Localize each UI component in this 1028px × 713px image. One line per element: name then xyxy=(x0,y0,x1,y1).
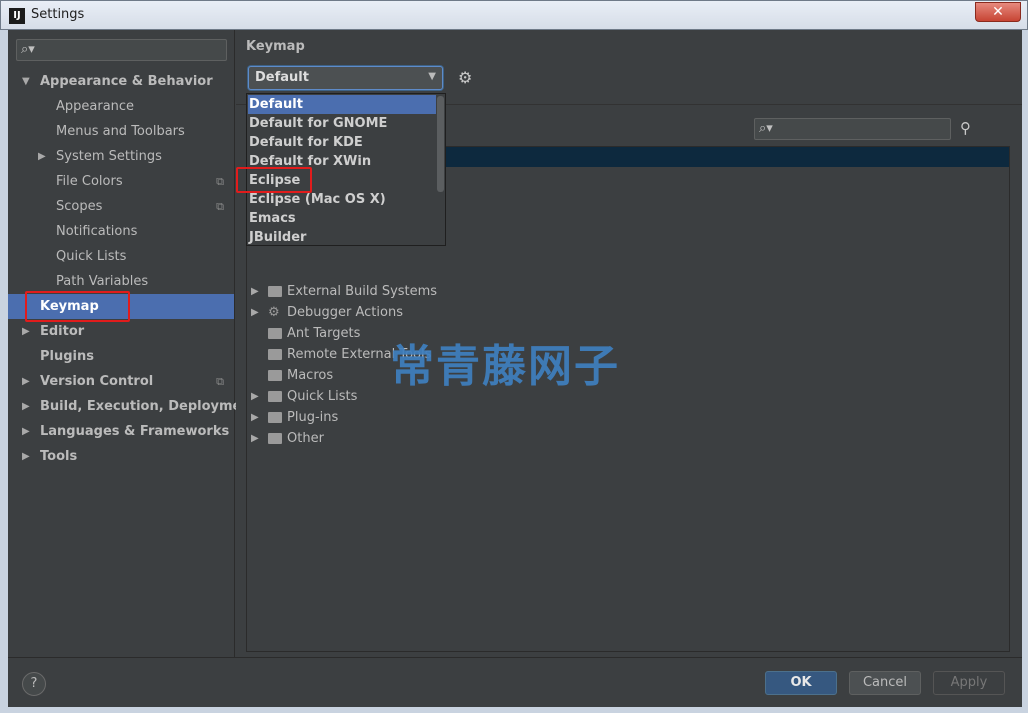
tree-item-label: Macros xyxy=(287,368,334,383)
sidebar-item-languages-frameworks[interactable]: ▶ Languages & Frameworks xyxy=(8,419,234,444)
page-title: Keymap xyxy=(246,39,305,54)
folder-icon xyxy=(268,328,282,339)
sidebar-item-label: Menus and Toolbars xyxy=(56,124,185,139)
keymap-select-value: Default xyxy=(255,70,309,85)
settings-sidebar: ⌕▾ ▼ Appearance & Behavior Appearance Me… xyxy=(8,30,257,657)
dropdown-option-default[interactable]: Default xyxy=(248,95,436,114)
sidebar-item-label: Editor xyxy=(40,324,85,339)
tree-item-label: Ant Targets xyxy=(287,326,361,341)
sidebar-item-menus-toolbars[interactable]: Menus and Toolbars xyxy=(8,119,234,144)
sidebar-item-appearance-behavior[interactable]: ▼ Appearance & Behavior xyxy=(8,69,234,94)
chevron-right-icon: ▶ xyxy=(38,151,46,162)
sidebar-item-appearance[interactable]: Appearance xyxy=(8,94,234,119)
sidebar-item-label: Appearance xyxy=(56,99,135,114)
chevron-right-icon: ▶ xyxy=(251,412,259,423)
chevron-right-icon: ▶ xyxy=(251,391,259,402)
sidebar-item-label: Plugins xyxy=(40,349,94,364)
folder-icon xyxy=(268,412,282,423)
highlight-box-eclipse xyxy=(236,167,312,193)
sidebar-search-input[interactable]: ⌕▾ xyxy=(16,39,227,61)
tree-item-label: Quick Lists xyxy=(287,389,358,404)
actions-search-input[interactable]: ⌕▾ xyxy=(754,118,951,140)
sidebar-item-scopes[interactable]: Scopes ⧉ xyxy=(8,194,234,219)
sidebar-item-label: Languages & Frameworks xyxy=(40,424,230,439)
chevron-down-icon: ▼ xyxy=(22,76,30,87)
apply-button[interactable]: Apply xyxy=(933,671,1005,695)
folder-icon xyxy=(268,349,282,360)
sidebar-item-system-settings[interactable]: ▶ System Settings xyxy=(8,144,234,169)
search-icon: ⌕▾ xyxy=(759,121,773,136)
tree-item-label: External Build Systems xyxy=(287,284,438,299)
search-icon: ⌕▾ xyxy=(21,42,35,57)
sidebar-item-label: Scopes xyxy=(56,199,103,214)
ok-button[interactable]: OK xyxy=(765,671,837,695)
window-titlebar: IJ Settings ✕ xyxy=(0,0,1028,30)
project-settings-icon: ⧉ xyxy=(216,200,224,213)
keymap-select[interactable]: Default ▼ xyxy=(248,66,443,90)
window-title: Settings xyxy=(31,7,85,22)
chevron-right-icon: ▶ xyxy=(251,286,259,297)
sidebar-item-plugins[interactable]: Plugins xyxy=(8,344,234,369)
highlight-box-keymap xyxy=(25,291,130,322)
chevron-down-icon: ▼ xyxy=(428,71,436,82)
tree-item-label: Debugger Actions xyxy=(287,305,403,320)
folder-icon xyxy=(268,433,282,444)
chevron-right-icon: ▶ xyxy=(22,326,30,337)
tree-item-plug-ins[interactable]: ▶ Plug-ins xyxy=(247,407,547,428)
project-settings-icon: ⧉ xyxy=(216,175,224,188)
find-by-shortcut-icon[interactable]: ⚲ xyxy=(960,119,971,137)
sidebar-item-quick-lists[interactable]: Quick Lists xyxy=(8,244,234,269)
folder-icon xyxy=(268,370,282,381)
dropdown-scrollbar[interactable] xyxy=(437,96,444,192)
tree-item-other[interactable]: ▶ Other xyxy=(247,428,547,449)
chevron-right-icon: ▶ xyxy=(22,401,30,412)
dropdown-option-jbuilder[interactable]: JBuilder xyxy=(248,228,436,247)
sidebar-item-file-colors[interactable]: File Colors ⧉ xyxy=(8,169,234,194)
project-settings-icon: ⧉ xyxy=(216,375,224,388)
chevron-right-icon: ▶ xyxy=(251,433,259,444)
tree-item-label: Other xyxy=(287,431,324,446)
sidebar-item-label: Version Control xyxy=(40,374,154,389)
chevron-right-icon: ▶ xyxy=(22,426,30,437)
sidebar-item-label: Build, Execution, Deployment xyxy=(40,399,257,414)
sidebar-item-version-control[interactable]: ▶ Version Control ⧉ xyxy=(8,369,234,394)
sidebar-item-notifications[interactable]: Notifications xyxy=(8,219,234,244)
sidebar-item-label: System Settings xyxy=(56,149,162,164)
tree-item-debugger-actions[interactable]: ▶ ⚙ Debugger Actions xyxy=(247,302,547,323)
sidebar-item-tools[interactable]: ▶ Tools xyxy=(8,444,234,469)
cancel-button[interactable]: Cancel xyxy=(849,671,921,695)
sidebar-item-editor[interactable]: ▶ Editor xyxy=(8,319,234,344)
intellij-app-icon: IJ xyxy=(9,8,25,24)
tree-item-external-build-systems[interactable]: ▶ External Build Systems xyxy=(247,281,547,302)
sidebar-item-label: File Colors xyxy=(56,174,123,189)
tree-item-label: Plug-ins xyxy=(287,410,339,425)
gear-icon[interactable]: ⚙ xyxy=(458,68,472,87)
folder-gear-icon xyxy=(268,286,282,297)
sidebar-item-label: Notifications xyxy=(56,224,138,239)
window-close-button[interactable]: ✕ xyxy=(975,2,1021,22)
dropdown-option-default-gnome[interactable]: Default for GNOME xyxy=(248,114,436,133)
chevron-right-icon: ▶ xyxy=(251,307,259,318)
sidebar-item-label: Tools xyxy=(40,449,78,464)
sidebar-item-label: Quick Lists xyxy=(56,249,127,264)
watermark-text: 常青藤网子 xyxy=(390,341,620,392)
folder-icon xyxy=(268,391,282,402)
sidebar-item-label: Appearance & Behavior xyxy=(40,74,213,89)
dropdown-option-emacs[interactable]: Emacs xyxy=(248,209,436,228)
chevron-right-icon: ▶ xyxy=(22,376,30,387)
gear-icon: ⚙ xyxy=(268,305,280,320)
help-button[interactable]: ? xyxy=(22,672,46,696)
dialog-button-bar: ? OK Cancel Apply xyxy=(8,657,1022,707)
dropdown-option-default-kde[interactable]: Default for KDE xyxy=(248,133,436,152)
chevron-right-icon: ▶ xyxy=(22,451,30,462)
sidebar-item-build-execution-deployment[interactable]: ▶ Build, Execution, Deployment xyxy=(8,394,257,419)
